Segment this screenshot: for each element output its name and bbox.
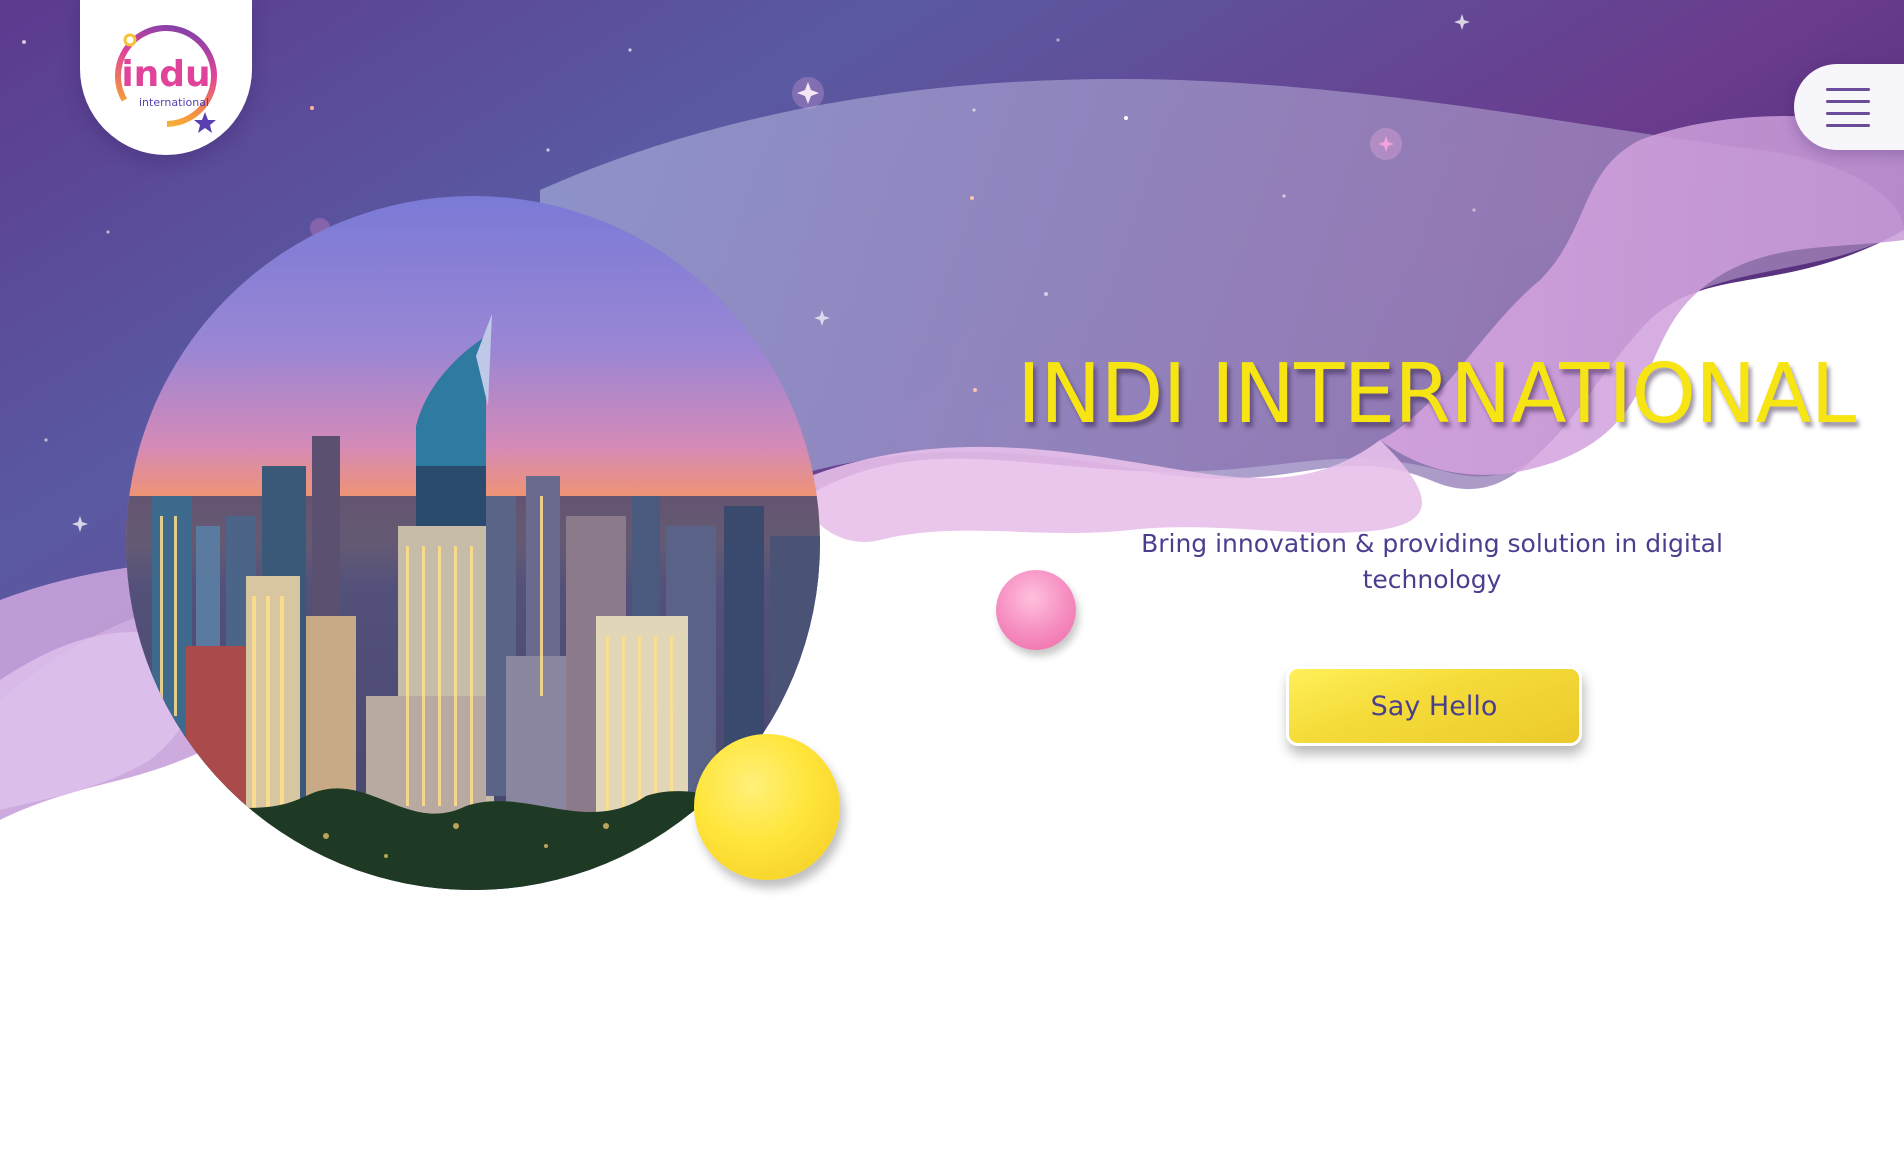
hero-subtitle: Bring innovation & providing solution in… bbox=[1141, 529, 1723, 594]
pink-ball-decoration bbox=[996, 570, 1076, 650]
logo-word: indu bbox=[121, 54, 210, 95]
logo-link[interactable]: indu international bbox=[80, 0, 252, 155]
menu-button[interactable] bbox=[1794, 64, 1904, 150]
say-hello-button[interactable]: Say Hello bbox=[1286, 666, 1582, 746]
hero-title: INDI INTERNATIONAL bbox=[1016, 347, 1856, 442]
indu-international-logo: indu international bbox=[115, 24, 217, 133]
yellow-ball-decoration bbox=[694, 734, 840, 880]
logo-subtitle: international bbox=[139, 96, 209, 109]
